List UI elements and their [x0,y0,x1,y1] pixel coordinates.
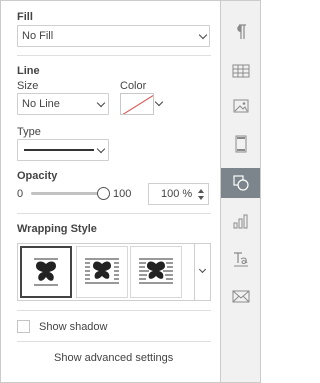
line-size-select[interactable]: No Line [17,93,109,115]
opacity-max-label: 100 [113,188,132,200]
line-size-value: No Line [22,98,60,110]
wrap-inline-option[interactable] [20,246,72,298]
no-color-icon [122,95,153,114]
fill-select-value: No Fill [22,30,54,42]
wrap-tight-icon [139,258,173,284]
chevron-down-icon [198,30,208,40]
wrapping-style-picker [17,243,211,301]
line-size-label: Size [17,80,39,92]
sidebar-item-header-footer[interactable] [221,129,260,159]
line-color-label: Color [120,80,147,92]
divider [17,55,211,56]
solid-line-icon [24,149,94,151]
sidebar-item-mail-merge[interactable] [221,281,260,311]
shape-icon [233,175,249,191]
divider [17,341,211,342]
mail-merge-icon [232,290,250,303]
chevron-down-icon [96,98,106,108]
opacity-input-value: 100 % [161,188,193,200]
opacity-header: Opacity [17,170,58,182]
chevron-down-icon [154,97,164,107]
divider [17,213,211,214]
line-type-select[interactable] [17,139,109,161]
sidebar-item-image[interactable] [221,91,260,121]
wrap-inline-icon [34,258,58,286]
sidebar-item-chart[interactable] [221,206,260,236]
table-icon [232,64,250,78]
line-color-button[interactable] [120,93,164,115]
opacity-min-label: 0 [17,188,24,200]
chart-icon [233,214,248,229]
wrap-square-icon [85,258,119,284]
wrap-tight-option[interactable] [130,246,182,298]
paragraph-icon [237,24,246,39]
sidebar-item-shape[interactable] [221,168,260,198]
fill-header: Fill [17,11,33,23]
sidebar-item-table[interactable] [221,56,260,86]
line-type-label: Type [17,126,41,138]
image-icon [233,99,249,113]
opacity-slider-track[interactable] [31,192,103,195]
sidebar-item-text-art[interactable] [221,244,260,274]
spin-down-icon[interactable] [198,196,204,200]
right-sidebar [220,0,261,383]
wrap-square-option[interactable] [76,246,128,298]
spin-up-icon[interactable] [198,189,204,193]
show-shadow-label: Show shadow [39,321,108,333]
no-color-swatch [120,93,154,115]
wrapping-more-button[interactable] [194,244,210,300]
fill-select[interactable]: No Fill [17,25,210,47]
chevron-down-icon [96,144,106,154]
line-header: Line [17,65,40,77]
header-footer-icon [235,135,247,153]
opacity-slider-thumb[interactable] [97,187,110,200]
text-art-icon [234,252,248,267]
divider [17,310,211,311]
show-advanced-settings-link[interactable]: Show advanced settings [54,352,173,364]
shape-settings-panel: Fill No Fill Line Size No Line Color Typ… [0,0,220,383]
chevron-down-icon [198,265,207,274]
wrapping-header: Wrapping Style [17,223,97,235]
opacity-input[interactable]: 100 % [148,183,209,205]
show-shadow-checkbox[interactable] [17,320,30,333]
sidebar-item-paragraph[interactable] [221,17,260,47]
